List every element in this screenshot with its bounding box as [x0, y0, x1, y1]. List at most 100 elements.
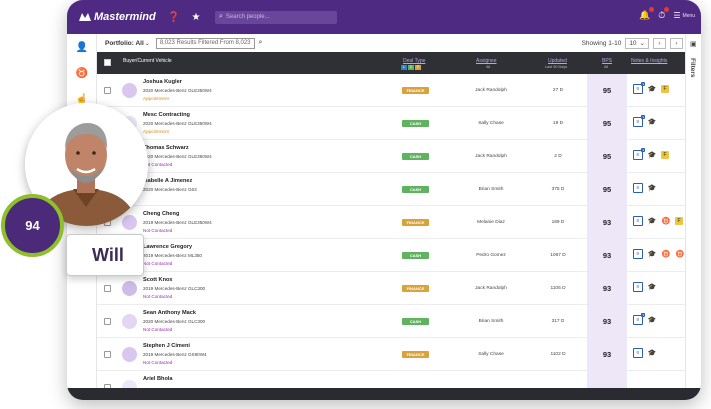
pagination: Showing 1-10 10 ⌄ ‹ › [581, 37, 683, 49]
table-row[interactable]: Lawrence Gregory 2019 Mercedes-Benz ML350… [97, 239, 685, 272]
header-assignee[interactable]: Assignee [476, 58, 497, 64]
notes-document-icon[interactable]: ≡ 3 [633, 313, 645, 325]
insight-badge-icon[interactable]: F [661, 85, 669, 93]
search-input[interactable]: ⌕ Search people... [215, 10, 337, 24]
header-buyer[interactable]: Buyer/Current Vehicle [123, 58, 172, 64]
bps-score: 93 [602, 284, 612, 293]
header-notes[interactable]: Notes & Insights [631, 58, 667, 64]
assignee: Brian Smith [478, 187, 504, 192]
deal-tag-f[interactable]: F [415, 65, 421, 70]
notes-document-icon[interactable]: ≡ [633, 216, 643, 226]
header-bps[interactable]: BPS [602, 58, 612, 64]
deal-type-badge: FINANCE [402, 351, 429, 358]
buyer-name[interactable]: Stephen J Cimeni [143, 343, 190, 349]
notes-document-icon[interactable]: ≡ [633, 183, 643, 193]
app-screen: Mastermind ❓ ★ ⌕ Search people... 🔔 ⏱ ☰ … [67, 0, 701, 388]
updated: 1067 D [550, 253, 566, 258]
deal-type-badge: CASH [402, 252, 429, 259]
notes-insights: ≡ 3 🎓 [633, 115, 657, 127]
assignee: Brian Smith [478, 319, 504, 324]
buyer-name[interactable]: Cheng Cheng [143, 211, 179, 217]
graduation-cap-icon[interactable]: 🎓 [647, 348, 657, 358]
graduation-cap-icon[interactable]: 🎓 [647, 117, 657, 127]
buyer-name[interactable]: Mesc Contracting [143, 112, 190, 118]
bull-icon[interactable]: ♉ [661, 216, 671, 226]
table-body: Joshua Kugler 2020 Mercedes-Benz GLE350W4… [97, 74, 685, 388]
vehicle: 2020 Mercedes-Benz GLC300 [143, 319, 206, 324]
portfolio-select[interactable]: Portfolio: All⌄ [105, 40, 150, 47]
bps-filter[interactable]: All [604, 65, 608, 69]
graduation-cap-icon[interactable]: 🎓 [647, 315, 657, 325]
graduation-cap-icon[interactable]: 🎓 [647, 150, 657, 160]
notes-document-icon[interactable]: ≡ 3 [633, 115, 645, 127]
per-page-value: 10 [629, 39, 637, 47]
row-checkbox[interactable] [104, 285, 111, 292]
deal-type-badge: FINANCE [402, 219, 429, 226]
insight-badge-icon[interactable]: F [661, 151, 669, 159]
menu-button[interactable]: ☰ Menu [673, 11, 695, 20]
portfolio-value: All [135, 39, 144, 47]
next-page-button[interactable]: › [670, 37, 683, 49]
graduation-cap-icon[interactable]: 🎓 [647, 249, 657, 259]
table-row[interactable]: Ariel Bhola [97, 371, 685, 388]
bull-icon[interactable]: ♉ [675, 249, 685, 259]
graduation-cap-icon[interactable]: 🎓 [647, 216, 657, 226]
notification-bell-icon[interactable]: 🔔 [639, 7, 655, 21]
showing-text: Showing 1-10 [581, 39, 622, 47]
bps-cell: 95 [587, 107, 627, 140]
table-row[interactable]: Scott Knox 2019 Mercedes-Benz GLC300 Not C… [97, 272, 685, 305]
row-checkbox[interactable] [104, 87, 111, 94]
buyer-name[interactable]: Thomas Schwarz [143, 145, 189, 151]
buyer-name[interactable]: Joshua Kugler [143, 79, 182, 85]
rail-bull-icon[interactable]: ♉ [67, 60, 97, 86]
deal-tag-l[interactable]: L [401, 65, 407, 70]
table-row[interactable]: Cheng Cheng 2019 Mercedes-Benz GLE350W4 No… [97, 206, 685, 239]
help-icon[interactable]: ❓ [163, 12, 185, 23]
graduation-cap-icon[interactable]: 🎓 [647, 282, 657, 292]
contact-status: Appointment [143, 129, 169, 134]
notes-document-icon[interactable]: ≡ [633, 348, 643, 358]
filters-panel-tab[interactable]: ▣ Filters [685, 34, 701, 388]
table-search-icon[interactable]: ⌕ [259, 39, 263, 47]
graduation-cap-icon[interactable]: 🎓 [647, 183, 657, 193]
filter-bar: Portfolio: All⌄ 8,023 Results Filtered F… [97, 34, 685, 52]
buyer-name[interactable]: Sean Anthony Mack [143, 310, 196, 316]
brand-logo[interactable]: Mastermind [79, 11, 163, 23]
row-checkbox[interactable] [104, 351, 111, 358]
bull-icon[interactable]: ♉ [661, 249, 671, 259]
assignee: Pedro Gomez [476, 253, 506, 258]
notes-insights: ≡ 3 🎓 F [633, 82, 669, 94]
buyer-name[interactable]: Lawrence Gregory [143, 244, 192, 250]
per-page-select[interactable]: 10 ⌄ [625, 37, 649, 49]
assignee-filter[interactable]: All [486, 65, 490, 69]
clock-icon[interactable]: ⏱ [658, 7, 670, 21]
buyer-name[interactable]: Scott Knox [143, 277, 173, 283]
buyer-name[interactable]: Isabelle A Jimenez [143, 178, 192, 184]
table-row[interactable]: Mesc Contracting 2020 Mercedes-Benz GLE35… [97, 107, 685, 140]
prev-page-button[interactable]: ‹ [653, 37, 666, 49]
rail-person-icon[interactable]: 👤 [67, 34, 97, 60]
header-deal-type[interactable]: Deal Type [403, 58, 425, 64]
insight-badge-icon[interactable]: F [675, 217, 683, 225]
row-checkbox[interactable] [104, 384, 111, 388]
notes-document-icon[interactable]: ≡ [633, 282, 643, 292]
notes-document-icon[interactable]: ≡ [633, 249, 643, 259]
graduation-cap-icon[interactable]: 🎓 [647, 84, 657, 94]
star-icon[interactable]: ★ [185, 12, 207, 23]
table-row[interactable]: Joshua Kugler 2020 Mercedes-Benz GLE350W4… [97, 74, 685, 107]
updated-filter[interactable]: Last 90 Days [545, 65, 567, 69]
table-row[interactable]: Sean Anthony Mack 2020 Mercedes-Benz GLC3… [97, 305, 685, 338]
notes-document-icon[interactable]: ≡ 3 [633, 148, 645, 160]
buyer-name[interactable]: Ariel Bhola [143, 376, 173, 382]
avatar [122, 314, 137, 329]
deal-tag-c[interactable]: C [408, 65, 414, 70]
table-row[interactable]: Isabelle A Jimenez 2020 Mercedes-Benz G63… [97, 173, 685, 206]
updated: 1105 D [550, 286, 566, 291]
table-row[interactable]: Thomas Schwarz 2020 Mercedes-Benz GLE350W… [97, 140, 685, 173]
notification-dot [649, 7, 655, 12]
table-row[interactable]: Stephen J Cimeni 2019 Mercedes-Benz GS90W… [97, 338, 685, 371]
row-checkbox[interactable] [104, 318, 111, 325]
select-all-checkbox[interactable] [104, 59, 111, 66]
notes-document-icon[interactable]: ≡ 3 [633, 82, 645, 94]
header-updated[interactable]: Updated [548, 58, 567, 64]
